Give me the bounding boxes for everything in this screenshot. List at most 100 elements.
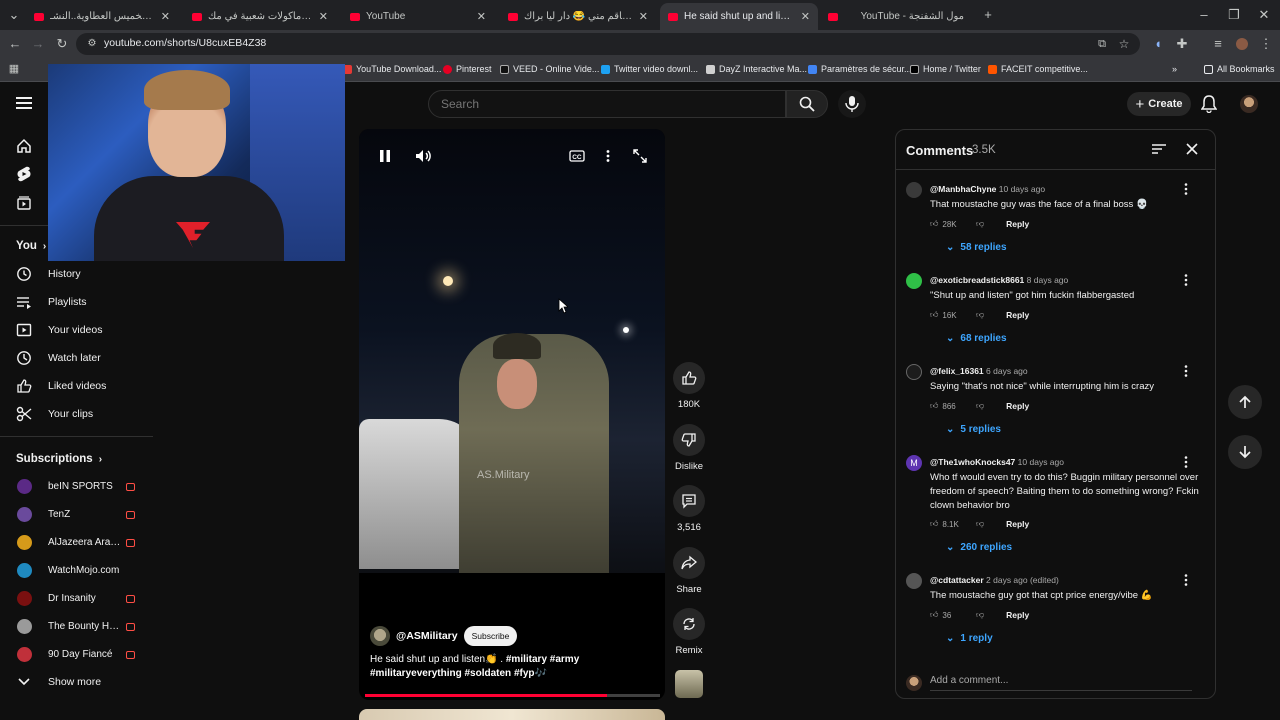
subscription-item[interactable]: beIN SPORTS — [0, 473, 153, 501]
share-button[interactable]: Share — [671, 547, 707, 595]
channel-name[interactable]: @ASMilitary — [396, 630, 458, 642]
thumbs-down-icon[interactable]: 👎︎ — [976, 401, 984, 411]
bookmark-item[interactable]: Pinterest — [443, 64, 492, 74]
bookmark-item[interactable]: DayZ Interactive Ma... — [706, 64, 807, 74]
close-tab-icon[interactable]: ✕ — [319, 10, 328, 23]
short-progress-bar[interactable] — [365, 694, 660, 697]
thumbs-down-icon[interactable]: 👎︎ — [976, 310, 984, 320]
all-bookmarks[interactable]: All Bookmarks — [1204, 64, 1275, 74]
sidebar-item-your-clips[interactable]: Your clips — [0, 400, 153, 428]
apps-grid-icon[interactable]: ▦ — [6, 61, 22, 77]
previous-short-button[interactable] — [1228, 385, 1262, 419]
commenter-avatar[interactable] — [906, 364, 922, 380]
close-tab-icon[interactable]: ✕ — [639, 10, 648, 23]
bookmark-item[interactable]: Twitter video downl... — [601, 64, 698, 74]
browser-tab-3[interactable]: YouTube ✕ — [342, 3, 494, 30]
notifications-bell-icon[interactable] — [1201, 95, 1217, 113]
view-replies-button[interactable]: ⌄ 5 replies — [946, 424, 1001, 435]
add-comment-input[interactable]: Add a comment... — [930, 675, 1192, 691]
volume-icon[interactable] — [415, 149, 433, 163]
search-button[interactable] — [786, 90, 828, 118]
bookmark-star-icon[interactable]: ☆ — [1116, 36, 1132, 52]
browser-tab-4[interactable]: الوالية تتاقم مني 😂 دار ليا براك ✕ — [500, 3, 656, 30]
reload-icon[interactable]: ↻ — [54, 36, 70, 52]
comment-author[interactable]: @The1whoKnocks47 — [930, 457, 1015, 467]
maximize-icon[interactable]: ❐ — [1226, 7, 1242, 23]
comment-author[interactable]: @exoticbreadstick8661 — [930, 275, 1024, 285]
voice-search-button[interactable] — [838, 90, 866, 118]
install-icon[interactable]: ⧉ — [1094, 36, 1110, 52]
search-input[interactable] — [441, 97, 771, 111]
sidebar-you-header[interactable]: You › — [16, 240, 46, 252]
commenter-avatar[interactable] — [906, 573, 922, 589]
reply-button[interactable]: Reply — [1006, 610, 1029, 620]
comment-menu-icon[interactable] — [1183, 455, 1189, 469]
extension-icon[interactable]: ◖ — [1150, 36, 1166, 52]
address-bar[interactable]: ⚙ youtube.com/shorts/U8cuxEB4Z38 ⧉ ☆ — [76, 33, 1140, 55]
thumbs-up-icon[interactable]: 👍︎ — [930, 401, 938, 411]
sort-icon[interactable] — [1152, 143, 1166, 155]
browser-tab-2[interactable]: أشهى مأكولات شعبية في مك ✕ — [184, 3, 336, 30]
like-button[interactable]: 180K — [671, 362, 707, 410]
commenter-avatar[interactable]: M — [906, 455, 922, 471]
reply-button[interactable]: Reply — [1006, 519, 1029, 529]
thumbs-down-icon[interactable]: 👎︎ — [976, 519, 984, 529]
commenter-avatar[interactable] — [906, 273, 922, 289]
subscription-item[interactable]: AlJazeera Arabic... — [0, 529, 153, 557]
thumbs-down-icon[interactable]: 👎︎ — [976, 219, 984, 229]
captions-icon[interactable]: CC — [569, 149, 585, 163]
create-button[interactable]: + Create — [1127, 92, 1191, 116]
subscribe-button[interactable]: Subscribe — [463, 626, 518, 646]
extensions-puzzle-icon[interactable]: ✚ — [1174, 36, 1190, 52]
view-replies-button[interactable]: ⌄ 1 reply — [946, 633, 993, 644]
thumbs-up-icon[interactable]: 👍︎ — [930, 610, 938, 620]
close-comments-icon[interactable] — [1186, 143, 1198, 155]
bookmark-item[interactable]: YouTube Download... — [343, 64, 441, 74]
subscription-item[interactable]: Dr Insanity — [0, 585, 153, 613]
thumbs-up-icon[interactable]: 👍︎ — [930, 310, 938, 320]
back-icon[interactable]: ← — [7, 36, 23, 52]
comment-menu-icon[interactable] — [1183, 273, 1189, 287]
browser-tab-active[interactable]: He said shut up and listen👏 ✕ — [660, 3, 818, 30]
minimize-icon[interactable]: – — [1196, 7, 1212, 23]
show-more-button[interactable]: Show more — [0, 668, 153, 696]
subscription-item[interactable]: WatchMojo.com — [0, 557, 153, 585]
site-info-icon[interactable]: ⚙ — [84, 36, 100, 52]
comment-menu-icon[interactable] — [1183, 364, 1189, 378]
commenter-avatar[interactable] — [906, 182, 922, 198]
close-tab-icon[interactable]: ✕ — [801, 10, 810, 23]
bookmark-item[interactable]: Paramètres de sécur... — [808, 64, 912, 74]
view-replies-button[interactable]: ⌄ 260 replies — [946, 542, 1012, 553]
sidebar-item-watch-later[interactable]: Watch later — [0, 344, 153, 372]
subscription-item[interactable]: 90 Day Fiancé — [0, 641, 153, 669]
thumbs-up-icon[interactable]: 👍︎ — [930, 219, 938, 229]
remix-button[interactable]: Remix — [671, 608, 707, 656]
tab-search-icon[interactable]: ⌄ — [6, 7, 22, 23]
sidebar-item-liked-videos[interactable]: Liked videos — [0, 372, 153, 400]
sidebar-item-your-videos[interactable]: Your videos — [0, 316, 153, 344]
bookmark-item[interactable]: Home / Twitter — [910, 64, 981, 74]
comment-author[interactable]: @ManbhaChyne — [930, 184, 996, 194]
view-replies-button[interactable]: ⌄ 58 replies — [946, 242, 1007, 253]
new-tab-icon[interactable]: + — [980, 7, 996, 23]
sidebar-item-history[interactable]: History — [0, 260, 153, 288]
browser-tab-1[interactable]: في سوق الخميس العطاوية..النشـ ✕ — [26, 3, 178, 30]
dislike-button[interactable]: Dislike — [671, 424, 707, 472]
sidebar-subscriptions-header[interactable]: Subscriptions › — [16, 453, 102, 465]
search-bar[interactable] — [428, 90, 786, 118]
forward-icon[interactable]: → — [30, 36, 46, 52]
close-window-icon[interactable]: ✕ — [1256, 7, 1272, 23]
shorts-player[interactable]: AS.Military CC — [359, 129, 665, 700]
video-frame[interactable]: AS.Military — [359, 129, 665, 573]
sound-thumbnail[interactable] — [675, 670, 703, 698]
comment-author[interactable]: @cdtattacker — [930, 575, 984, 585]
fullscreen-icon[interactable] — [633, 149, 647, 163]
reply-button[interactable]: Reply — [1006, 219, 1029, 229]
thumbs-down-icon[interactable]: 👎︎ — [976, 610, 984, 620]
subscription-item[interactable]: TenZ — [0, 501, 153, 529]
view-replies-button[interactable]: ⌄ 68 replies — [946, 333, 1007, 344]
media-controls-icon[interactable]: ≡ — [1210, 36, 1226, 52]
next-short-preview[interactable] — [359, 709, 665, 720]
account-avatar[interactable] — [1240, 95, 1258, 113]
thumbs-up-icon[interactable]: 👍︎ — [930, 519, 938, 529]
